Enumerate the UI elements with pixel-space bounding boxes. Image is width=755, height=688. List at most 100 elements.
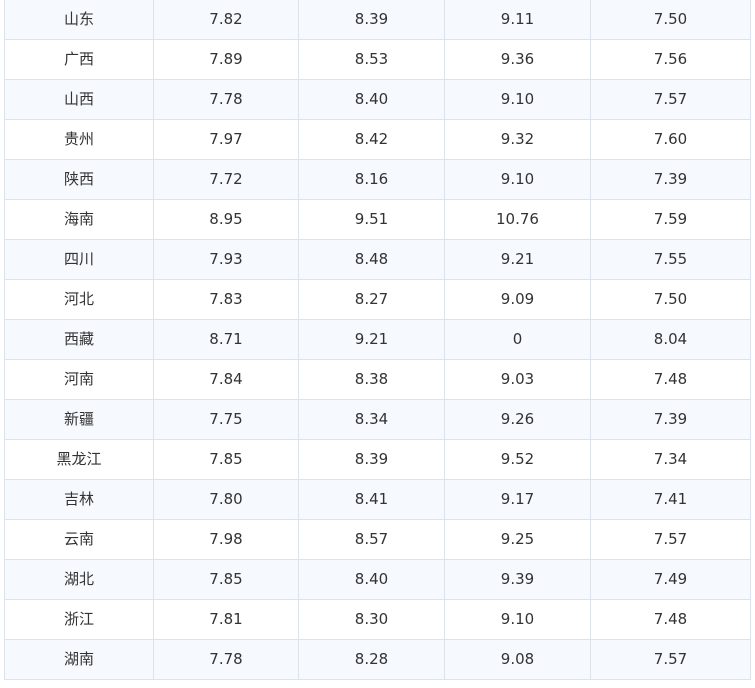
value-cell-2: 8.16 — [298, 159, 445, 200]
price-table-body: 山东 7.82 8.39 9.11 7.50 广西 7.89 8.53 9.36 7.56 山西 7.… — [4, 0, 751, 680]
value-cell-1: 7.81 — [153, 599, 299, 640]
table-row: 吉林 7.80 8.41 9.17 7.41 — [4, 479, 751, 520]
value-cell-1: 7.78 — [153, 639, 299, 680]
value-cell-1: 7.82 — [153, 0, 299, 40]
value-cell-3: 9.10 — [444, 599, 591, 640]
value-cell-3: 10.76 — [444, 199, 591, 240]
table-row: 山东 7.82 8.39 9.11 7.50 — [4, 0, 751, 40]
value-cell-3: 9.25 — [444, 519, 591, 560]
value-cell-2: 8.39 — [298, 439, 445, 480]
value-cell-2: 8.27 — [298, 279, 445, 320]
value-cell-4: 8.04 — [590, 319, 751, 360]
value-cell-2: 8.40 — [298, 559, 445, 600]
value-cell-4: 7.39 — [590, 399, 751, 440]
table-row: 山西 7.78 8.40 9.10 7.57 — [4, 79, 751, 120]
value-cell-2: 9.21 — [298, 319, 445, 360]
table-row: 海南 8.95 9.51 10.76 7.59 — [4, 199, 751, 240]
value-cell-2: 8.48 — [298, 239, 445, 280]
value-cell-1: 7.72 — [153, 159, 299, 200]
value-cell-1: 7.85 — [153, 439, 299, 480]
province-cell: 黑龙江 — [4, 439, 154, 480]
table-row: 陕西 7.72 8.16 9.10 7.39 — [4, 159, 751, 200]
value-cell-3: 9.32 — [444, 119, 591, 160]
value-cell-4: 7.59 — [590, 199, 751, 240]
value-cell-4: 7.55 — [590, 239, 751, 280]
value-cell-3: 9.10 — [444, 159, 591, 200]
value-cell-1: 7.93 — [153, 239, 299, 280]
value-cell-3: 9.11 — [444, 0, 591, 40]
value-cell-2: 8.28 — [298, 639, 445, 680]
table-row: 广西 7.89 8.53 9.36 7.56 — [4, 39, 751, 80]
province-cell: 湖北 — [4, 559, 154, 600]
table-row: 黑龙江 7.85 8.39 9.52 7.34 — [4, 439, 751, 480]
value-cell-3: 9.03 — [444, 359, 591, 400]
value-cell-4: 7.56 — [590, 39, 751, 80]
value-cell-2: 8.53 — [298, 39, 445, 80]
province-cell: 山西 — [4, 79, 154, 120]
value-cell-2: 9.51 — [298, 199, 445, 240]
value-cell-2: 8.30 — [298, 599, 445, 640]
value-cell-3: 9.09 — [444, 279, 591, 320]
table-row: 贵州 7.97 8.42 9.32 7.60 — [4, 119, 751, 160]
value-cell-3: 9.17 — [444, 479, 591, 520]
table-row: 西藏 8.71 9.21 0 8.04 — [4, 319, 751, 360]
value-cell-4: 7.39 — [590, 159, 751, 200]
province-cell: 山东 — [4, 0, 154, 40]
value-cell-3: 9.26 — [444, 399, 591, 440]
table-row: 四川 7.93 8.48 9.21 7.55 — [4, 239, 751, 280]
value-cell-4: 7.57 — [590, 519, 751, 560]
value-cell-1: 7.78 — [153, 79, 299, 120]
value-cell-4: 7.50 — [590, 0, 751, 40]
table-row: 湖北 7.85 8.40 9.39 7.49 — [4, 559, 751, 600]
value-cell-2: 8.38 — [298, 359, 445, 400]
value-cell-2: 8.41 — [298, 479, 445, 520]
value-cell-4: 7.48 — [590, 599, 751, 640]
value-cell-4: 7.48 — [590, 359, 751, 400]
value-cell-2: 8.39 — [298, 0, 445, 40]
province-cell: 河北 — [4, 279, 154, 320]
value-cell-1: 7.83 — [153, 279, 299, 320]
value-cell-2: 8.40 — [298, 79, 445, 120]
province-cell: 贵州 — [4, 119, 154, 160]
value-cell-1: 7.75 — [153, 399, 299, 440]
value-cell-4: 7.60 — [590, 119, 751, 160]
value-cell-1: 8.95 — [153, 199, 299, 240]
table-row: 河北 7.83 8.27 9.09 7.50 — [4, 279, 751, 320]
value-cell-2: 8.57 — [298, 519, 445, 560]
province-cell: 河南 — [4, 359, 154, 400]
value-cell-1: 7.89 — [153, 39, 299, 80]
value-cell-1: 7.84 — [153, 359, 299, 400]
value-cell-3: 9.21 — [444, 239, 591, 280]
province-cell: 浙江 — [4, 599, 154, 640]
value-cell-2: 8.34 — [298, 399, 445, 440]
table-row: 新疆 7.75 8.34 9.26 7.39 — [4, 399, 751, 440]
province-cell: 陕西 — [4, 159, 154, 200]
province-cell: 海南 — [4, 199, 154, 240]
value-cell-3: 0 — [444, 319, 591, 360]
value-cell-3: 9.08 — [444, 639, 591, 680]
value-cell-1: 7.98 — [153, 519, 299, 560]
value-cell-4: 7.34 — [590, 439, 751, 480]
province-cell: 四川 — [4, 239, 154, 280]
table-row: 湖南 7.78 8.28 9.08 7.57 — [4, 639, 751, 680]
value-cell-3: 9.10 — [444, 79, 591, 120]
table-row: 浙江 7.81 8.30 9.10 7.48 — [4, 599, 751, 640]
value-cell-3: 9.52 — [444, 439, 591, 480]
value-cell-4: 7.57 — [590, 639, 751, 680]
province-cell: 湖南 — [4, 639, 154, 680]
price-table: 山东 7.82 8.39 9.11 7.50 广西 7.89 8.53 9.36 7.56 山西 7.… — [4, 0, 751, 680]
value-cell-4: 7.50 — [590, 279, 751, 320]
value-cell-4: 7.49 — [590, 559, 751, 600]
table-row: 云南 7.98 8.57 9.25 7.57 — [4, 519, 751, 560]
value-cell-4: 7.41 — [590, 479, 751, 520]
province-cell: 吉林 — [4, 479, 154, 520]
value-cell-3: 9.39 — [444, 559, 591, 600]
value-cell-1: 7.97 — [153, 119, 299, 160]
value-cell-1: 7.80 — [153, 479, 299, 520]
value-cell-2: 8.42 — [298, 119, 445, 160]
price-table-container: 山东 7.82 8.39 9.11 7.50 广西 7.89 8.53 9.36 7.56 山西 7.… — [4, 0, 751, 680]
table-row: 河南 7.84 8.38 9.03 7.48 — [4, 359, 751, 400]
province-cell: 新疆 — [4, 399, 154, 440]
province-cell: 广西 — [4, 39, 154, 80]
province-cell: 西藏 — [4, 319, 154, 360]
